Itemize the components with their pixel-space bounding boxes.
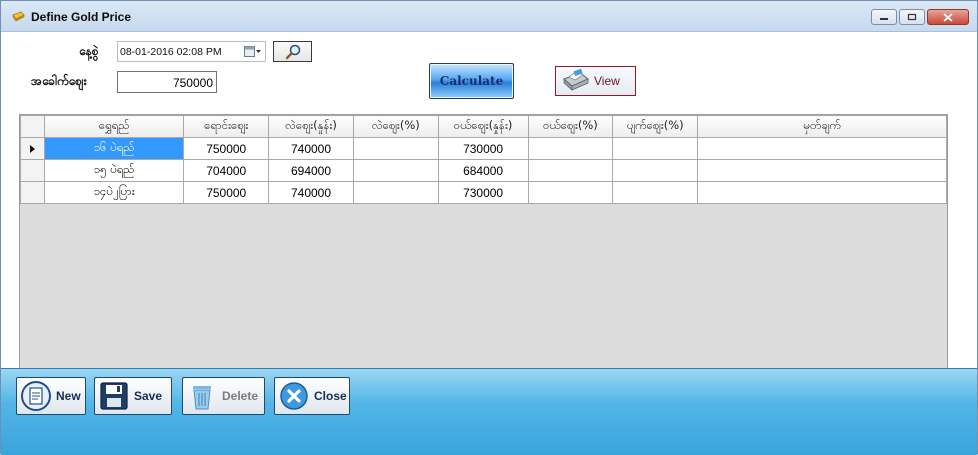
buy-percent-cell[interactable] [527,159,614,182]
base-price-label: အခေါက်ဈေး [31,74,87,88]
action-toolbar: New Save Delete Close [1,368,977,455]
save-disk-icon [100,382,128,410]
column-header-buy-percent[interactable]: ဝယ်ဈေး(%) [527,115,614,138]
column-header-exchange-rate[interactable]: လဲဈေး(နှုန်း) [268,115,354,138]
damage-percent-cell[interactable] [612,137,699,160]
remark-cell[interactable] [697,181,947,204]
delete-label: Delete [222,389,259,403]
maximize-button[interactable] [899,9,925,25]
exchange-rate-cell[interactable]: 740000 [268,181,354,204]
gold-price-grid: ရွှေရည် ရောင်းဈေး လဲဈေး(နှုန်း) လဲဈေး(%)… [19,114,948,393]
column-header-sell-price[interactable]: ရောင်းဈေး [183,115,270,138]
date-label: နေ့စွဲ [79,44,99,58]
sell-price-cell[interactable]: 750000 [183,181,270,204]
new-label: New [56,389,81,403]
printer-icon [563,69,589,91]
calendar-dropdown-icon[interactable] [244,46,261,58]
remark-cell[interactable] [697,159,947,182]
search-button[interactable] [273,41,312,62]
trash-can-icon [193,386,211,410]
table-row[interactable]: ၁၅ ပဲရည် 704000 694000 684000 [20,159,947,182]
close-circle-icon [280,382,308,410]
column-header-exchange-percent[interactable]: လဲဈေး(%) [352,115,439,138]
gold-purity-cell[interactable]: ၁၆ ပဲရည် [43,137,185,160]
base-price-input[interactable]: 750000 [117,71,217,93]
sell-price-cell[interactable]: 750000 [183,137,270,160]
exchange-percent-cell[interactable] [352,137,439,160]
close-window-button[interactable] [927,9,969,25]
buy-rate-cell[interactable]: 730000 [437,137,529,160]
title-bar: Define Gold Price [1,1,977,32]
close-label: Close [314,389,347,403]
header-row: ရွှေရည် ရောင်းဈေး လဲဈေး(နှုန်း) လဲဈေး(%)… [20,115,947,138]
close-icon [943,12,953,22]
buy-percent-cell[interactable] [527,137,614,160]
sell-price-cell[interactable]: 704000 [183,159,270,182]
save-label: Save [134,389,163,403]
price-table: ရွှေရည် ရောင်းဈေး လဲဈေး(နှုန်း) လဲဈေး(%)… [20,115,947,204]
buy-percent-cell[interactable] [527,181,614,204]
exchange-percent-cell[interactable] [352,159,439,182]
exchange-rate-cell[interactable]: 694000 [268,159,354,182]
row-header[interactable] [20,181,45,204]
delete-button[interactable]: Delete [182,377,265,415]
close-button[interactable]: Close [274,377,350,415]
save-button[interactable]: Save [94,377,172,415]
date-value: 08-01-2016 02:08 PM [120,46,222,58]
gold-bar-icon [12,11,25,22]
current-row-indicator[interactable] [20,137,45,160]
calculate-button[interactable]: Calculate [429,63,514,99]
new-button[interactable]: New [16,377,86,415]
minimize-icon [880,18,888,20]
row-header-corner [20,115,45,138]
define-gold-price-window: Define Gold Price နေ့စွဲ 08-01-2016 02:0… [0,0,978,455]
current-row-arrow-icon [29,144,35,153]
date-picker[interactable]: 08-01-2016 02:08 PM [117,41,266,62]
new-document-icon [21,381,51,411]
magnifier-icon [285,44,300,59]
row-header[interactable] [20,159,45,182]
buy-rate-cell[interactable]: 730000 [437,181,529,204]
minimize-button[interactable] [871,9,897,25]
column-header-damage-percent[interactable]: ပျက်ဈေး(%) [612,115,699,138]
restore-icon [907,13,917,21]
window-title: Define Gold Price [31,10,132,24]
buy-rate-cell[interactable]: 684000 [437,159,529,182]
gold-purity-cell[interactable]: ၁၄ပဲ၂ပြား [43,181,185,204]
table-row[interactable]: ၁၄ပဲ၂ပြား 750000 740000 730000 [20,181,947,204]
view-button[interactable]: View [555,66,636,96]
window-controls [871,9,969,25]
view-label: View [594,74,620,88]
gold-purity-cell[interactable]: ၁၅ ပဲရည် [43,159,185,182]
exchange-rate-cell[interactable]: 740000 [268,137,354,160]
column-header-buy-rate[interactable]: ဝယ်ဈေး(နှုန်း) [437,115,529,138]
remark-cell[interactable] [697,137,947,160]
exchange-percent-cell[interactable] [352,181,439,204]
damage-percent-cell[interactable] [612,159,699,182]
damage-percent-cell[interactable] [612,181,699,204]
column-header-remark[interactable]: မှတ်ချက် [697,115,947,138]
table-row[interactable]: ၁၆ ပဲရည် 750000 740000 730000 [20,137,947,160]
column-header-gold-purity[interactable]: ရွှေရည် [43,115,185,138]
